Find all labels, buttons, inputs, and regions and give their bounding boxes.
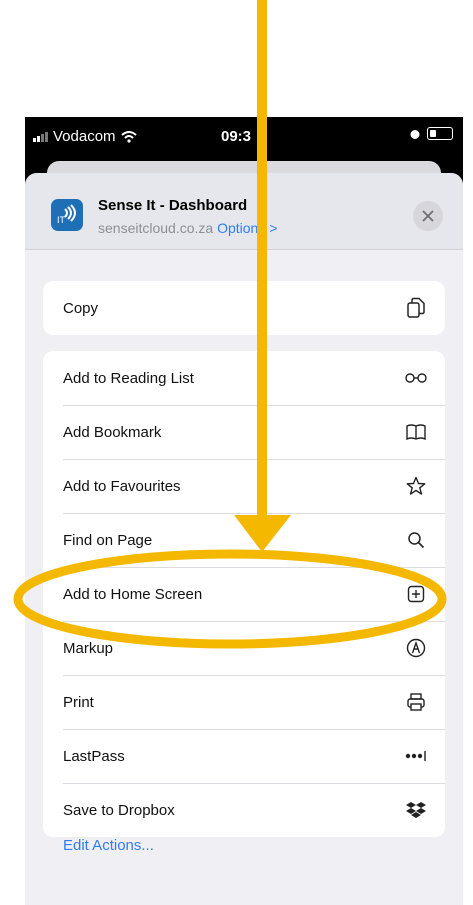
carrier-name: Vodacom: [53, 128, 116, 145]
battery-icon: [427, 127, 453, 140]
phone-screen: Vodacom 09:3 IT Sense It - Dashboard sen…: [25, 117, 463, 905]
close-icon: [422, 210, 434, 222]
clock: 09:3: [221, 128, 252, 145]
close-button[interactable]: [413, 201, 443, 231]
action-label: Print: [63, 693, 94, 711]
action-copy[interactable]: Copy: [43, 281, 445, 335]
page-subtitle: senseitcloud.co.za Options >: [98, 220, 277, 236]
actions-group: Add to Reading List Add Bookmark Add to …: [43, 351, 445, 837]
book-icon: [403, 419, 429, 445]
action-add-to-reading-list[interactable]: Add to Reading List: [43, 351, 445, 405]
action-label: Markup: [63, 639, 114, 657]
dropbox-icon: [403, 797, 429, 823]
action-save-to-dropbox[interactable]: Save to Dropbox: [43, 783, 445, 837]
svg-text:IT: IT: [57, 215, 66, 225]
action-label: Add to Reading List: [63, 369, 194, 387]
action-add-to-home-screen[interactable]: Add to Home Screen: [43, 567, 445, 621]
printer-icon: [403, 689, 429, 715]
star-icon: [403, 473, 429, 499]
signal-icon: [33, 131, 48, 142]
markup-icon: [403, 635, 429, 661]
action-add-to-favourites[interactable]: Add to Favourites: [43, 459, 445, 513]
action-label: LastPass: [63, 747, 125, 765]
action-add-bookmark[interactable]: Add Bookmark: [43, 405, 445, 459]
action-label: Copy: [63, 299, 99, 317]
app-icon: IT: [51, 199, 83, 231]
wifi-icon: [120, 130, 137, 143]
action-label: Find on Page: [63, 531, 153, 549]
action-label: Add to Favourites: [63, 477, 181, 495]
share-sheet: IT Sense It - Dashboard senseitcloud.co.…: [25, 173, 463, 905]
page-title: Sense It - Dashboard: [98, 197, 248, 214]
alarm-icon: [410, 129, 420, 139]
glasses-icon: [403, 365, 429, 391]
action-print[interactable]: Print: [43, 675, 445, 729]
copy-group: Copy: [43, 281, 445, 335]
status-bar: Vodacom 09:3: [25, 117, 463, 157]
action-lastpass[interactable]: LastPass: [43, 729, 445, 783]
action-markup[interactable]: Markup: [43, 621, 445, 675]
action-find-on-page[interactable]: Find on Page: [43, 513, 445, 567]
page-url: senseitcloud.co.za: [98, 220, 214, 236]
edit-actions-link[interactable]: Edit Actions...: [63, 837, 154, 854]
lastpass-icon: [403, 743, 429, 769]
options-link[interactable]: Options >: [217, 220, 277, 236]
action-label: Save to Dropbox: [63, 801, 175, 819]
action-label: Add to Home Screen: [63, 585, 203, 603]
search-icon: [403, 527, 429, 553]
copy-icon: [403, 295, 429, 321]
share-header: IT Sense It - Dashboard senseitcloud.co.…: [25, 173, 463, 250]
add-square-icon: [403, 581, 429, 607]
action-label: Add Bookmark: [63, 423, 162, 441]
